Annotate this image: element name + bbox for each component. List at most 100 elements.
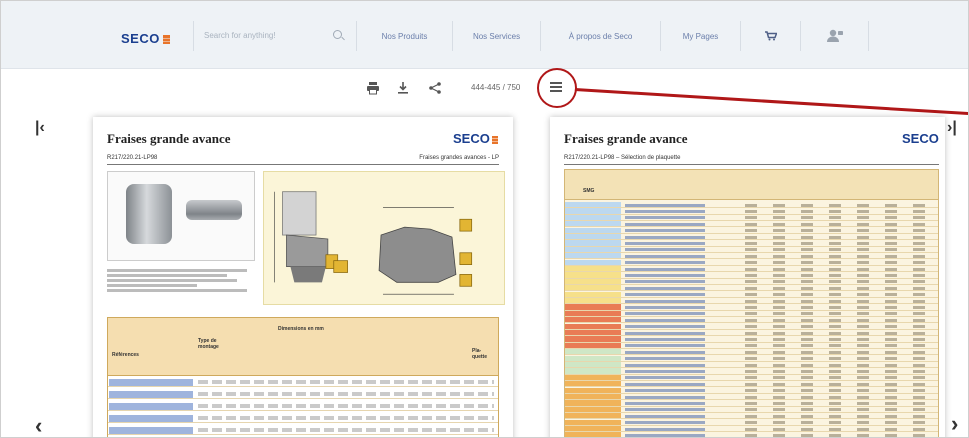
table-row[interactable] — [108, 390, 498, 399]
smg-cell — [565, 368, 621, 374]
insert-code-cell — [625, 241, 705, 245]
table-row[interactable] — [108, 426, 498, 435]
table-row-values — [198, 428, 494, 432]
share-icon[interactable] — [428, 81, 442, 95]
smg-cell — [565, 291, 621, 297]
seco-logo[interactable]: SECO — [121, 31, 170, 46]
insert-code-cell — [625, 305, 705, 309]
nav-link-produits[interactable]: Nos Produits — [357, 21, 453, 51]
table-row — [565, 234, 938, 241]
table-row-ref[interactable] — [109, 379, 193, 386]
cart-button[interactable] — [741, 21, 801, 51]
insert-code-cell — [625, 414, 705, 418]
values-cell — [745, 305, 935, 309]
smg-cell — [565, 381, 621, 387]
table-header: SMG — [565, 170, 938, 200]
values-cell — [745, 229, 935, 233]
insert-code-cell — [625, 369, 705, 373]
table-row-ref[interactable] — [109, 391, 193, 398]
values-cell — [745, 325, 935, 329]
insert-code-cell — [625, 421, 705, 425]
first-page-icon[interactable]: |‹ — [35, 119, 45, 137]
values-cell — [745, 421, 935, 425]
prev-page-icon[interactable]: ‹ — [35, 413, 42, 437]
insert-code-cell — [625, 280, 705, 284]
nav-link-a-propos[interactable]: À propos de Seco — [541, 21, 661, 51]
page-logo-left: SECO — [453, 131, 498, 146]
smg-cell — [565, 227, 621, 233]
table-row-ref[interactable] — [109, 427, 193, 434]
smg-cell — [565, 266, 621, 272]
page-category-left: Fraises grandes avances - LP — [419, 155, 499, 161]
search-icon[interactable] — [333, 30, 342, 39]
table-row-ref[interactable] — [109, 403, 193, 410]
table-row[interactable] — [108, 378, 498, 387]
search-box[interactable]: Search for anything! — [193, 21, 357, 51]
table-row — [565, 413, 938, 420]
table-row — [565, 323, 938, 330]
insert-code-cell — [625, 357, 705, 361]
table-row — [565, 246, 938, 254]
smg-cell — [565, 336, 621, 342]
smg-cell — [565, 400, 621, 406]
smg-cell — [565, 362, 621, 368]
last-page-icon[interactable]: ›| — [947, 119, 957, 137]
download-icon[interactable] — [396, 81, 410, 95]
top-nav: SECO Search for anything! Nos Produits N… — [1, 1, 968, 69]
table-row — [565, 253, 938, 260]
smg-cell — [565, 355, 621, 361]
table-row[interactable] — [108, 414, 498, 423]
values-cell — [745, 203, 935, 207]
table-row — [565, 278, 938, 286]
insert-code-cell — [625, 248, 705, 252]
values-cell — [745, 357, 935, 361]
insert-code-cell — [625, 401, 705, 405]
tool-dimensions-table: Références Type de montage Dimensions en… — [107, 317, 499, 437]
values-cell — [745, 261, 935, 265]
insert-code-cell — [625, 267, 705, 271]
smg-cell — [565, 330, 621, 336]
values-cell — [745, 318, 935, 322]
highlight-pointer-line — [574, 88, 968, 116]
tool-photo — [107, 171, 255, 261]
account-button[interactable] — [801, 21, 869, 51]
table-row[interactable] — [108, 402, 498, 411]
insert-code-cell — [625, 389, 705, 393]
table-row — [565, 374, 938, 382]
table-row-values — [198, 392, 494, 396]
nav-link-services[interactable]: Nos Services — [453, 21, 541, 51]
insert-code-cell — [625, 325, 705, 329]
insert-code-cell — [625, 376, 705, 380]
table-row — [565, 406, 938, 414]
smg-cell — [565, 208, 621, 214]
smg-cell — [565, 259, 621, 265]
print-icon[interactable] — [366, 81, 380, 95]
notes-block — [107, 267, 257, 294]
table-row — [565, 298, 938, 305]
table-row-values — [198, 380, 494, 384]
table-row — [565, 240, 938, 247]
insert-code-cell — [625, 222, 705, 226]
smg-cell — [565, 221, 621, 227]
smg-cell — [565, 278, 621, 285]
values-cell — [745, 414, 935, 418]
table-row — [565, 202, 938, 209]
table-row — [565, 419, 938, 426]
table-row — [565, 330, 938, 337]
page-code-left: R217/220.21-LP98 — [107, 155, 158, 161]
insert-code-cell — [625, 318, 705, 322]
smg-cell — [565, 202, 621, 208]
table-row — [565, 336, 938, 343]
values-cell — [745, 254, 935, 258]
table-row — [565, 362, 938, 369]
table-row — [565, 214, 938, 222]
table-row-ref[interactable] — [109, 415, 193, 422]
next-page-icon[interactable]: › — [951, 411, 958, 437]
smg-cell — [565, 246, 621, 253]
smg-cell — [565, 304, 621, 310]
insert-code-cell — [625, 408, 705, 412]
page-logo-right: SECO — [902, 131, 939, 146]
nav-link-my-pages[interactable]: My Pages — [661, 21, 741, 51]
search-input[interactable]: Search for anything! — [204, 31, 276, 40]
table-header: Références Type de montage Dimensions en… — [108, 318, 498, 376]
